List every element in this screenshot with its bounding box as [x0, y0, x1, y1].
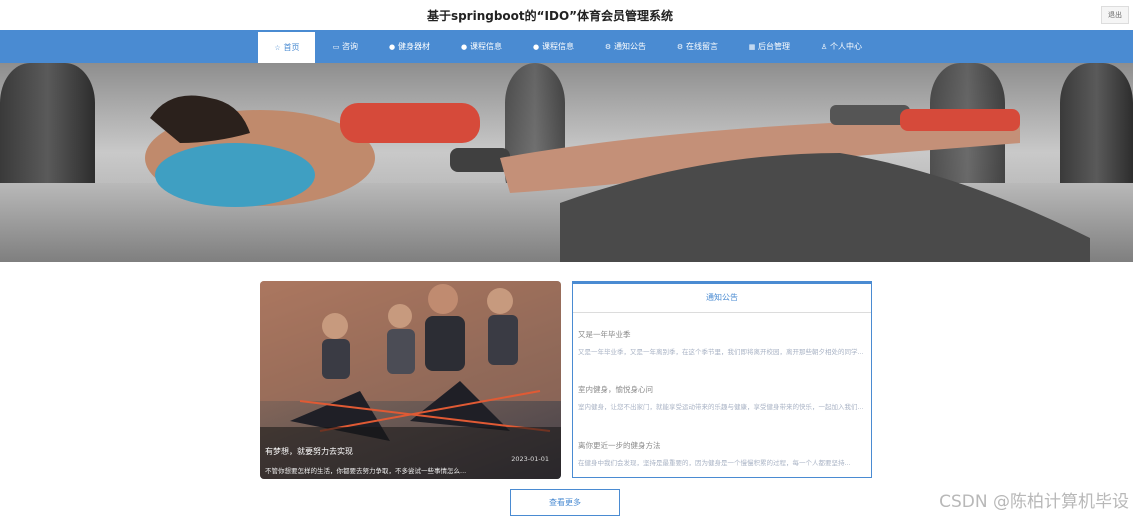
nav-item-profile[interactable]: ♙ 个人中心 [812, 30, 870, 63]
gear-icon: ⚙ [604, 43, 612, 51]
circle-icon: ● [388, 43, 396, 51]
notice-item-title: 室内健身，愉悦身心问 [578, 385, 653, 394]
notice-panel-title: 通知公告 [573, 284, 871, 313]
notice-item[interactable]: 室内健身，愉悦身心问 室内健身，让您不出家门，就能享受运动带来的乐趣与健康，享受… [578, 384, 866, 411]
featured-card[interactable]: 有梦想，就要努力去实现 2023-01-01 不管你想要怎样的生活，你都要去努力… [260, 281, 561, 479]
featured-description: 不管你想要怎样的生活，你都要去努力争取，不多尝试一些事情怎么... [265, 467, 467, 475]
notice-item[interactable]: 又是一年毕业季 又是一年毕业季，又是一年离别季，在这个季节里，我们即将离开校园，… [578, 329, 866, 356]
nav-item-admin[interactable]: ▦ 后台管理 [740, 30, 798, 63]
nav-item-course-b[interactable]: ● 课程信息 [524, 30, 582, 63]
star-icon: ☆ [274, 44, 281, 52]
doc-icon: ▭ [332, 43, 340, 51]
watermark-text: CSDN @陈柏计算机毕设 [939, 492, 1129, 512]
featured-date: 2023-01-01 [511, 455, 549, 463]
notice-item-title: 又是一年毕业季 [578, 330, 631, 339]
nav-item-messages[interactable]: ⚙ 在线留言 [668, 30, 726, 63]
gear-icon: ⚙ [676, 43, 684, 51]
notice-item[interactable]: 离你更近一步的健身方法 在健身中我们会发现，坚持是最重要的，因为健身是一个慢慢积… [578, 440, 866, 467]
nav-item-equipment[interactable]: ● 健身器材 [380, 30, 438, 63]
top-bar: 基于springboot的“IDO”体育会员管理系统 退出 [0, 0, 1133, 30]
nav-item-home[interactable]: ☆ 首页 [258, 32, 315, 63]
notice-item-desc: 在健身中我们会发现，坚持是最重要的，因为健身是一个慢慢积累的过程，每一个人都要坚… [578, 459, 851, 467]
circle-icon: ● [460, 43, 468, 51]
notice-item-desc: 室内健身，让您不出家门，就能享受运动带来的乐趣与健康，享受健身带来的快乐，一起加… [578, 403, 864, 411]
main-nav: ☆ 首页 ▭ 咨询 ● 健身器材 ● 课程信息 ● 课程信息 ⚙ 通知公告 ⚙ 在线留言 ▦ 后… [0, 30, 1133, 63]
circle-icon: ● [532, 43, 540, 51]
athlete-figure [145, 95, 1090, 262]
view-more-button[interactable]: 查看更多 [510, 489, 620, 516]
nav-item-course-a[interactable]: ● 课程信息 [452, 30, 510, 63]
logout-button[interactable]: 退出 [1101, 6, 1129, 24]
nav-item-notices[interactable]: ⚙ 通知公告 [596, 30, 654, 63]
grid-icon: ▦ [748, 43, 756, 51]
notice-panel: 通知公告 又是一年毕业季 又是一年毕业季，又是一年离别季，在这个季节里，我们即将… [572, 281, 872, 478]
hero-banner[interactable] [0, 63, 1133, 262]
notice-item-desc: 又是一年毕业季，又是一年离别季，在这个季节里，我们即将离开校园，离开那些朝夕相处… [578, 348, 864, 356]
user-icon: ♙ [820, 43, 828, 51]
nav-item-consult[interactable]: ▭ 咨询 [322, 30, 368, 63]
featured-title[interactable]: 有梦想，就要努力去实现 [265, 446, 353, 457]
site-title: 基于springboot的“IDO”体育会员管理系统 [426, 9, 674, 23]
notice-item-title: 离你更近一步的健身方法 [578, 441, 661, 450]
